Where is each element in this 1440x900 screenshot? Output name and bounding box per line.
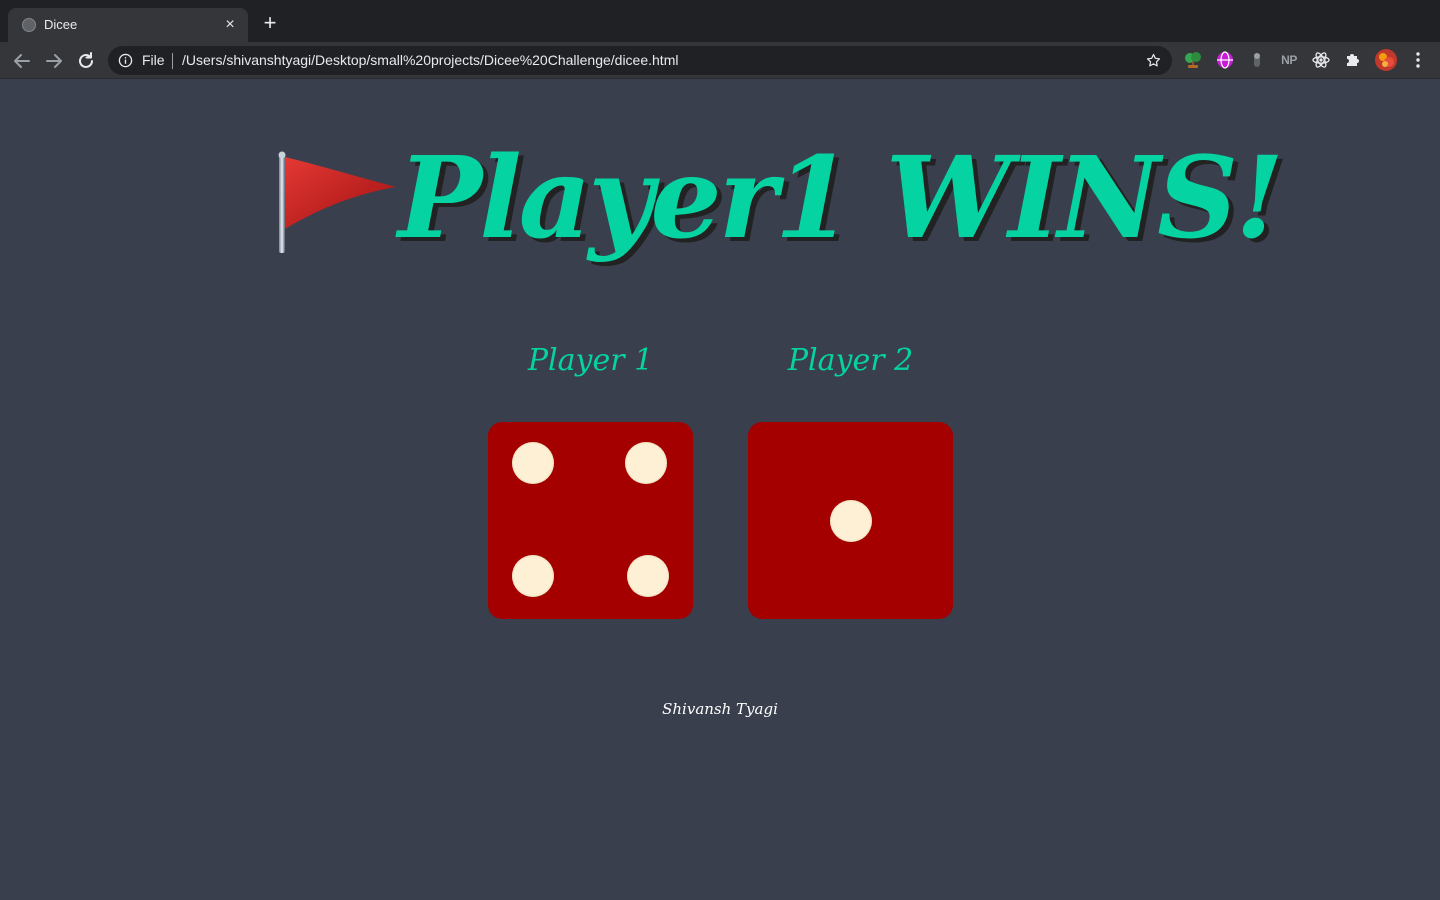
red-triangular-flag-icon	[278, 151, 396, 253]
capsule-icon[interactable]	[1247, 50, 1267, 70]
die-pip	[626, 554, 669, 597]
back-arrow-icon[interactable]	[9, 48, 35, 74]
tab-dicee[interactable]: Dicee ×	[8, 8, 248, 42]
bonsai-icon[interactable]	[1183, 50, 1203, 70]
player-2-label: Player 2	[787, 343, 914, 378]
avatar[interactable]	[1374, 48, 1398, 72]
np-extension-button[interactable]: NP	[1279, 50, 1299, 70]
puzzle-icon[interactable]	[1343, 50, 1363, 70]
scheme-label: File	[142, 52, 165, 68]
globe-icon[interactable]	[1215, 50, 1235, 70]
player-2-die	[748, 422, 953, 619]
close-tab-icon[interactable]: ×	[220, 15, 240, 35]
reload-icon[interactable]	[73, 48, 99, 74]
new-tab-button[interactable]: +	[258, 12, 282, 36]
bookmark-star-icon[interactable]	[1145, 52, 1162, 69]
react-icon[interactable]	[1311, 50, 1331, 70]
die-pip	[829, 499, 872, 542]
address-bar[interactable]: File /Users/shivanshtyagi/Desktop/small%…	[108, 46, 1172, 75]
menu-kebab-icon[interactable]	[1408, 50, 1428, 70]
die-pip	[512, 442, 555, 485]
tab-strip: Dicee × +	[0, 0, 1440, 42]
headline: Player1 WINS!	[278, 124, 1284, 274]
author-credit: Shivansh Tyagi	[662, 700, 778, 718]
player-1-label: Player 1	[527, 343, 654, 378]
info-icon[interactable]	[118, 53, 133, 68]
die-pip	[512, 554, 555, 597]
tab-title: Dicee	[44, 17, 78, 32]
forward-arrow-icon[interactable]	[41, 48, 67, 74]
url-text[interactable]: /Users/shivanshtyagi/Desktop/small%20pro…	[182, 52, 678, 68]
divider	[172, 53, 173, 69]
page-title: Player1 WINS!	[398, 133, 1284, 264]
player-1-die	[488, 422, 693, 619]
globe-favicon-icon	[22, 18, 36, 32]
die-pip	[624, 442, 667, 485]
